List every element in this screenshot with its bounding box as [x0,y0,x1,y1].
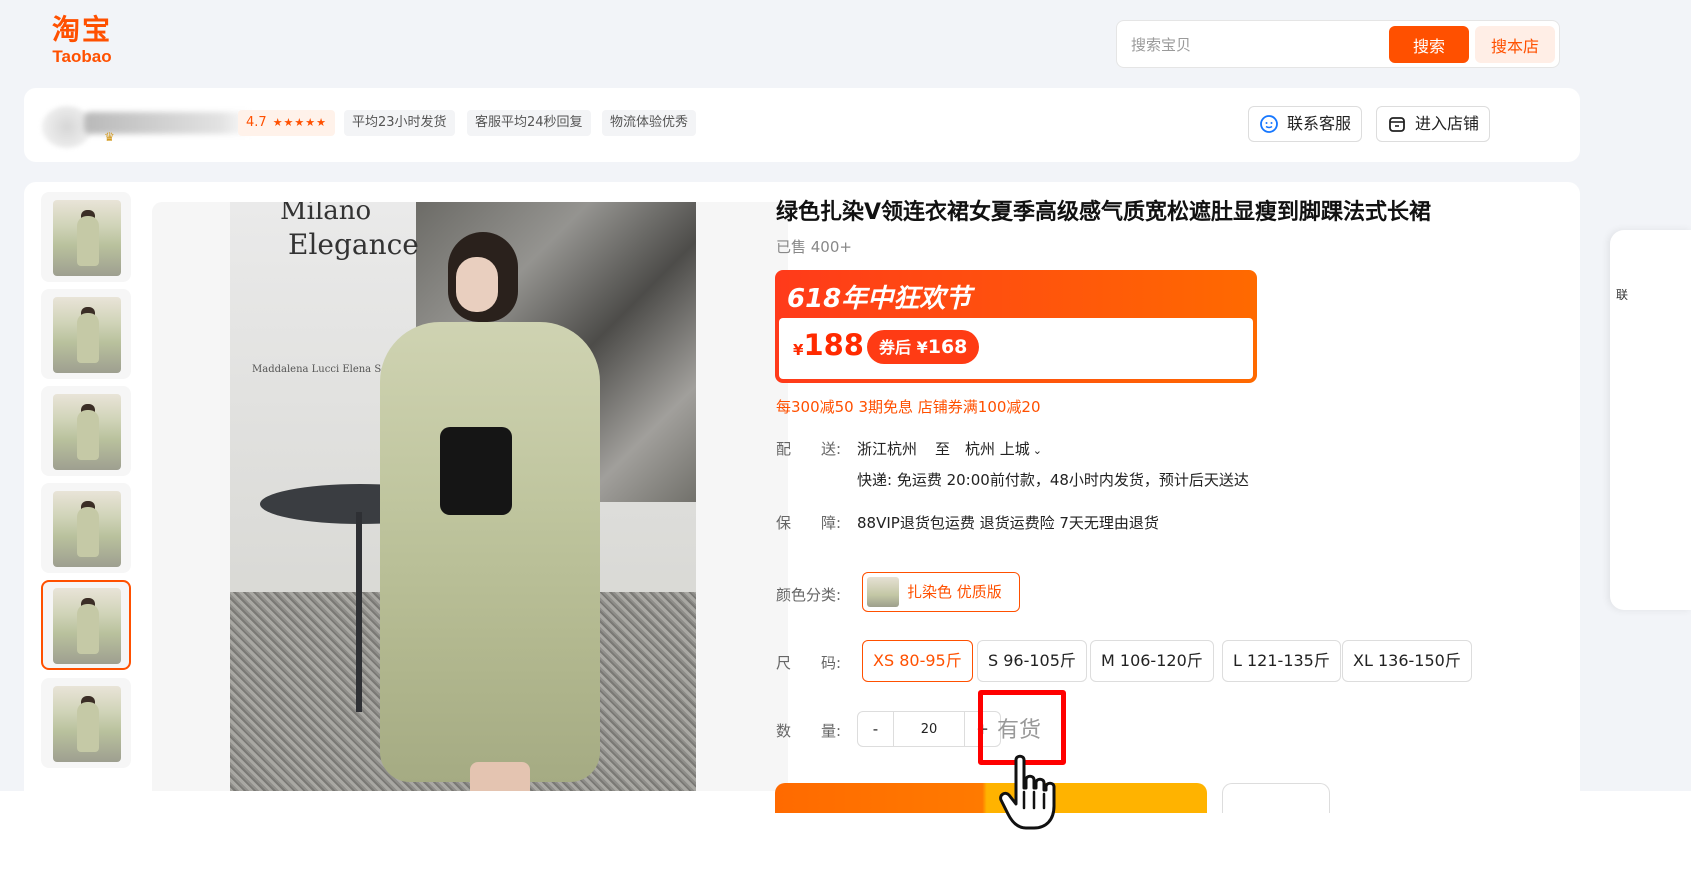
product-thumbnail[interactable] [41,483,131,573]
shop-tag: 物流体验优秀 [602,110,697,136]
original-price: ¥188 [793,328,864,362]
side-panel-edge: 联 [1616,288,1629,302]
size-label: 尺 码: [776,654,842,672]
image-text: Elegance [288,228,419,261]
enter-store-label: 进入店铺 [1415,114,1480,133]
size-option[interactable]: M 106-120斤 [1090,640,1214,682]
logo-en: Taobao [52,47,112,66]
rating-stars: ★★★★★ [272,116,327,129]
guarantee-label: 保 障: [776,514,842,532]
promo-title: 618年中狂欢节 [787,284,972,314]
guarantee-text: 88VIP退货包运费 退货运费险 7天无理由退货 [857,514,1159,532]
product-photo: Milano Elegance Maddalena Lucci Elena Se… [230,202,696,824]
product-thumbnail[interactable] [41,289,131,379]
crown-icon: ♛ [104,130,115,144]
size-option[interactable]: S 96-105斤 [977,640,1087,682]
size-option[interactable]: L 121-135斤 [1222,640,1341,682]
color-swatch [867,577,899,607]
size-option-selected[interactable]: XS 80-95斤 [862,640,973,682]
add-to-cart-button[interactable] [1222,783,1330,813]
side-panel[interactable]: 联 [1610,230,1691,610]
shop-tag: 平均23小时发货 [344,110,455,136]
coupon-currency: ¥ [916,338,928,357]
price-currency: ¥ [793,341,804,359]
coupon-price: 168 [927,336,968,358]
rating-value: 4.7 [246,115,267,130]
store-search-button[interactable]: 搜本店 [1475,26,1555,63]
delivery-to: 杭州 上城 [965,440,1030,458]
delivery-label: 配 送: [776,440,842,458]
chevron-down-icon: ⌄ [1032,444,1042,457]
search-input[interactable] [1131,33,1381,57]
promo-banner: 618年中狂欢节 ¥188 券后 ¥168 [775,270,1257,383]
shop-tag: 客服平均24秒回复 [467,110,591,136]
service-icon [1260,115,1278,133]
contact-service-label: 联系客服 [1287,114,1352,133]
product-title: 绿色扎染V领连衣裙女夏季高级感气质宽松遮肚显瘦到脚踝法式长裙 [776,200,1432,225]
search-box: 搜索 搜本店 [1116,20,1560,68]
enter-store-button[interactable]: 进入店铺 [1376,106,1491,142]
product-thumbnail[interactable] [41,192,131,282]
delivery-destination[interactable]: 杭州 上城 ⌄ [965,438,1042,459]
buy-now-button[interactable] [775,783,1207,813]
price-box: ¥188 券后 ¥168 [779,318,1253,379]
delivery-detail: 快递: 免运费 20:00前付款，48小时内发货，预计后天送达 [857,471,1249,489]
product-thumbnail[interactable] [41,678,131,768]
quantity-input[interactable] [894,712,964,746]
product-thumbnail-active[interactable] [41,580,131,670]
shop-rating: 4.7 ★★★★★ [238,110,335,136]
logo-cn: 淘宝 [51,13,112,46]
color-option-label: 扎染色 优质版 [907,583,1002,601]
store-icon [1389,117,1405,132]
size-option[interactable]: XL 136-150斤 [1342,640,1472,682]
quantity-label: 数 量: [776,722,842,740]
search-button[interactable]: 搜索 [1389,26,1469,63]
promo-info[interactable]: 每300减50 3期免息 店铺券满100减20 [776,396,1041,417]
taobao-logo[interactable]: 淘宝 Taobao [42,13,122,66]
product-thumbnail[interactable] [41,386,131,476]
coupon-price-badge: 券后 ¥168 [867,330,980,364]
delivery-to-word: 至 [935,440,951,458]
price-value: 188 [803,328,864,362]
shop-bar: ♛ 4.7 ★★★★★ 平均23小时发货 客服平均24秒回复 物流体验优秀 联系客… [24,88,1580,162]
hand-cursor-icon [999,754,1056,830]
image-text: Milano [280,202,372,226]
quantity-minus-button[interactable]: - [858,712,894,746]
coupon-label: 券后 [879,338,912,357]
color-label: 颜色分类: [776,586,842,604]
sold-count: 已售 400+ [776,238,852,256]
delivery-from: 浙江杭州 [857,440,918,458]
contact-service-button[interactable]: 联系客服 [1248,106,1363,142]
color-option[interactable]: 扎染色 优质版 [862,572,1020,612]
main-product-image[interactable]: Milano Elegance Maddalena Lucci Elena Se… [152,202,788,824]
